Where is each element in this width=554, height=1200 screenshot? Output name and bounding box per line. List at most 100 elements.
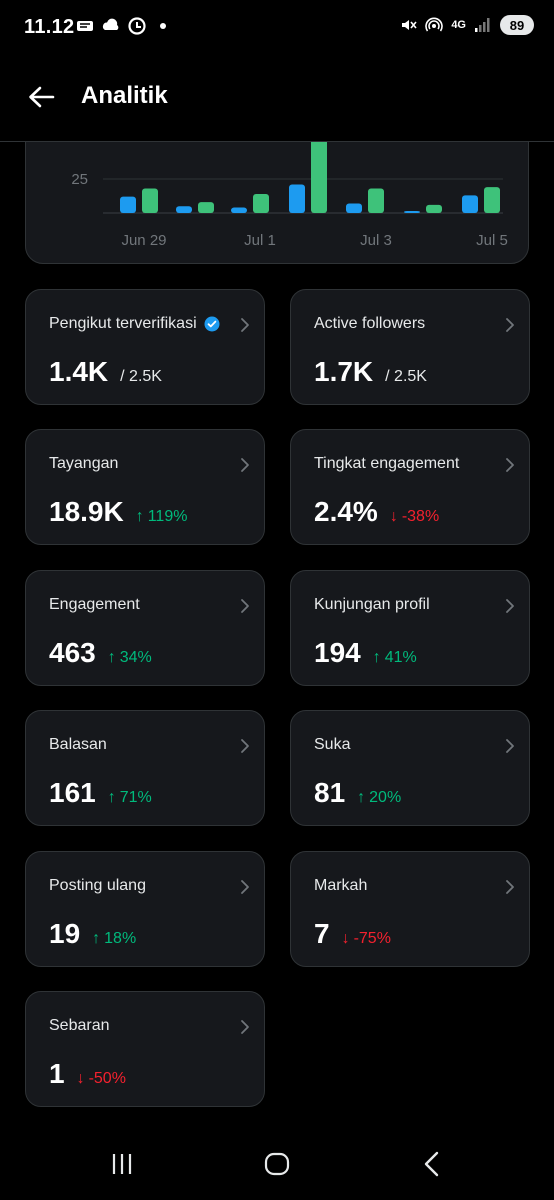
stat-label-text: Kunjungan profil xyxy=(314,596,430,613)
chevron-right-icon xyxy=(506,458,514,472)
stat-value: 161 xyxy=(49,777,96,808)
stat-change: ↓ -50% xyxy=(77,1070,126,1088)
bar-chart: 25 Jun 29 Jul 1 Jul 3 Jul 5 xyxy=(71,121,508,249)
stat-value-row: 1.7K / 2.5K xyxy=(314,356,427,388)
status-right-icons: 4G 89 xyxy=(399,15,534,35)
stat-value-row: 2.4% ↓ -38% xyxy=(314,496,439,528)
recents-icon xyxy=(112,1154,132,1174)
stat-value-row: 194 ↑ 41% xyxy=(314,637,417,669)
stat-value: 81 xyxy=(314,777,346,808)
stat-change-text: -75% xyxy=(353,930,391,947)
hotspot-icon xyxy=(425,17,444,32)
stat-value-row: 463 ↑ 34% xyxy=(49,637,152,669)
signal-icon xyxy=(475,18,490,32)
app-header: Analitik xyxy=(0,56,554,142)
chevron-right-icon xyxy=(241,739,249,753)
arrow-down-icon: ↓ xyxy=(341,930,350,947)
stat-label: Active followers xyxy=(314,315,425,333)
stat-value: 7 xyxy=(314,918,330,949)
back-button[interactable] xyxy=(22,80,60,114)
bar-series1-3 xyxy=(231,207,247,213)
chevron-right-icon xyxy=(241,599,249,613)
bar-series1-1 xyxy=(120,196,136,213)
stat-card[interactable]: Active followers 1.7K / 2.5K xyxy=(290,289,530,405)
network-label: 4G xyxy=(451,19,466,31)
stat-total: / 2.5K xyxy=(385,368,427,385)
stat-value-row: 19 ↑ 18% xyxy=(49,918,136,950)
stat-change: ↑ 119% xyxy=(136,508,188,526)
chevron-right-icon xyxy=(506,318,514,332)
stat-value: 1 xyxy=(49,1058,65,1089)
arrow-up-icon: ↑ xyxy=(107,789,116,806)
chevron-right-icon xyxy=(241,1020,249,1034)
arrow-up-icon: ↑ xyxy=(107,649,116,666)
arrow-down-icon: ↓ xyxy=(76,1070,85,1087)
stat-value: 194 xyxy=(314,637,361,668)
stat-card[interactable]: Sebaran 1 ↓ -50% xyxy=(25,991,265,1107)
mute-icon xyxy=(402,20,417,30)
system-nav-bar xyxy=(0,1132,554,1200)
stat-label: Posting ulang xyxy=(49,877,146,895)
stat-card[interactable]: Tayangan 18.9K ↑ 119% xyxy=(25,429,265,545)
stat-label: Pengikut terverifikasi xyxy=(49,315,220,333)
stat-change-text: 41% xyxy=(384,649,417,666)
stat-label: Suka xyxy=(314,736,350,754)
stat-change: ↑ 18% xyxy=(92,930,136,948)
verified-badge-icon xyxy=(204,316,220,332)
arrow-down-icon: ↓ xyxy=(389,508,398,525)
stat-change-text: 119% xyxy=(147,508,188,525)
stat-change: ↓ -75% xyxy=(342,930,391,948)
bar-series1-5 xyxy=(346,203,362,213)
stat-value: 19 xyxy=(49,918,81,949)
stat-card[interactable]: Kunjungan profil 194 ↑ 41% xyxy=(290,570,530,686)
stat-value: 463 xyxy=(49,637,96,668)
stat-value: 2.4% xyxy=(314,496,378,527)
status-time: 11.12 xyxy=(24,16,75,38)
stat-label-text: Suka xyxy=(314,736,351,753)
bar-series2-2 xyxy=(198,202,214,213)
stat-change-text: -50% xyxy=(88,1070,126,1087)
stat-change-text: -38% xyxy=(401,508,440,525)
notification-icon xyxy=(77,21,93,31)
arrow-up-icon: ↑ xyxy=(357,789,366,806)
status-bar: 11.12 4G 89 xyxy=(0,0,554,56)
stat-label: Kunjungan profil xyxy=(314,596,430,614)
stat-change: ↑ 20% xyxy=(357,789,401,807)
stat-label: Engagement xyxy=(49,596,140,614)
bar-series2-7 xyxy=(484,187,500,213)
stat-label-text: Engagement xyxy=(49,596,140,613)
stat-change: ↑ 71% xyxy=(108,789,152,807)
stat-change-text: 18% xyxy=(104,930,137,947)
stat-value: 18.9K xyxy=(49,496,124,527)
bar-series1-6 xyxy=(404,211,420,213)
stat-card[interactable]: Tingkat engagement 2.4% ↓ -38% xyxy=(290,429,530,545)
stat-card[interactable]: Pengikut terverifikasi 1.4K / 2.5K xyxy=(25,289,265,405)
stat-label-text: Pengikut terverifikasi xyxy=(49,315,197,332)
stat-card[interactable]: Posting ulang 19 ↑ 18% xyxy=(25,851,265,967)
stat-label: Tingkat engagement xyxy=(314,455,459,473)
stat-label: Markah xyxy=(314,877,367,895)
stat-label-text: Posting ulang xyxy=(49,877,146,894)
system-back-button[interactable] xyxy=(412,1148,452,1180)
stat-card[interactable]: Balasan 161 ↑ 71% xyxy=(25,710,265,826)
battery-indicator: 89 xyxy=(500,15,534,35)
stat-card[interactable]: Markah 7 ↓ -75% xyxy=(290,851,530,967)
stat-value-row: 7 ↓ -75% xyxy=(314,918,391,950)
stat-card[interactable]: Suka 81 ↑ 20% xyxy=(290,710,530,826)
stat-label-text: Tayangan xyxy=(49,455,119,472)
recents-button[interactable] xyxy=(102,1148,142,1180)
stat-label-text: Markah xyxy=(314,877,368,894)
stat-label: Sebaran xyxy=(49,1017,110,1035)
stat-value-row: 81 ↑ 20% xyxy=(314,777,401,809)
y-tick-label: 25 xyxy=(71,171,88,188)
arrow-up-icon: ↑ xyxy=(372,649,381,666)
stat-change: ↑ 34% xyxy=(108,649,152,667)
bar-series2-5 xyxy=(368,188,384,213)
stat-label: Balasan xyxy=(49,736,107,754)
stat-change-text: 20% xyxy=(369,789,402,806)
chevron-right-icon xyxy=(506,599,514,613)
stat-card[interactable]: Engagement 463 ↑ 34% xyxy=(25,570,265,686)
bar-series1-4 xyxy=(289,184,305,213)
home-button[interactable] xyxy=(257,1148,297,1180)
x-tick-label: Jun 29 xyxy=(121,232,166,249)
